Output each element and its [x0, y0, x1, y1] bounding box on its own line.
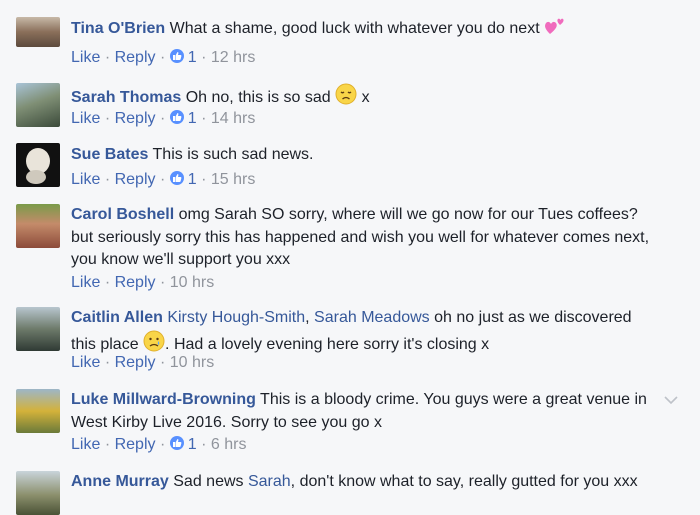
disappointed-face-emoji-icon — [335, 83, 357, 113]
mention[interactable]: Kirsty Hough-Smith — [167, 309, 305, 326]
avatar[interactable] — [16, 307, 60, 351]
reply-link[interactable]: Reply — [115, 436, 156, 453]
comment-body: Anne Murray Sad news Sarah, don't know w… — [71, 471, 660, 494]
thumbs-up-icon[interactable] — [169, 171, 184, 185]
comment-body: Carol Boshell omg Sarah SO sorry, where … — [71, 204, 660, 272]
separator: · — [159, 354, 166, 371]
comment-text-after: x — [361, 89, 370, 106]
two-hearts-emoji-icon — [544, 16, 566, 44]
timestamp[interactable]: 6 hrs — [211, 436, 247, 453]
comment-meta: Like · Reply · 1 · 15 hrs — [71, 171, 255, 189]
comment-text-after: . Had a lovely evening here sorry it's c… — [165, 335, 490, 353]
comment-body: Caitlin Allen Kirsty Hough-Smith, Sarah … — [71, 307, 660, 359]
reply-link[interactable]: Reply — [115, 110, 156, 127]
separator: · — [104, 274, 111, 291]
comment-body: Luke Millward-Browning This is a bloody … — [71, 389, 660, 434]
separator: · — [104, 436, 111, 453]
comment-text: This is such sad news. — [152, 146, 314, 163]
separator: · — [104, 49, 111, 66]
comment-meta: Like · Reply · 1 · 14 hrs — [71, 110, 255, 128]
like-link[interactable]: Like — [71, 171, 100, 188]
like-count[interactable]: 1 — [188, 171, 197, 188]
avatar[interactable] — [16, 204, 60, 248]
timestamp[interactable]: 10 hrs — [170, 274, 214, 291]
comment-meta: Like · Reply · 10 hrs — [71, 274, 214, 292]
like-link[interactable]: Like — [71, 49, 100, 66]
separator: · — [159, 110, 166, 127]
comment-author[interactable]: Sarah Thomas — [71, 89, 181, 106]
comment-meta: Like · Reply · 1 · 6 hrs — [71, 436, 246, 454]
separator: · — [104, 171, 111, 188]
thumbs-up-icon[interactable] — [169, 49, 184, 63]
mention[interactable]: Sarah Meadows — [314, 309, 430, 326]
comment-author[interactable]: Luke Millward-Browning — [71, 391, 256, 408]
thumbs-up-icon[interactable] — [169, 110, 184, 124]
like-count[interactable]: 1 — [188, 436, 197, 453]
comment-meta: Like · Reply · 1 · 12 hrs — [71, 49, 255, 67]
timestamp[interactable]: 14 hrs — [211, 110, 255, 127]
reply-link[interactable]: Reply — [115, 49, 156, 66]
like-count[interactable]: 1 — [188, 49, 197, 66]
comment-author[interactable]: Carol Boshell — [71, 206, 174, 223]
comma: , — [305, 309, 310, 326]
separator: · — [201, 436, 207, 453]
timestamp[interactable]: 12 hrs — [211, 49, 255, 66]
comment-body: Tina O'Brien What a shame, good luck wit… — [71, 16, 660, 44]
mention[interactable]: Sarah — [248, 473, 291, 490]
like-link[interactable]: Like — [71, 436, 100, 453]
separator: · — [159, 171, 166, 188]
separator: · — [201, 110, 207, 127]
like-link[interactable]: Like — [71, 274, 100, 291]
separator: · — [201, 171, 207, 188]
separator: · — [104, 110, 111, 127]
comment-body: Sarah Thomas Oh no, this is so sad x — [71, 83, 660, 113]
reply-link[interactable]: Reply — [115, 274, 156, 291]
like-link[interactable]: Like — [71, 354, 100, 371]
comment-author[interactable]: Caitlin Allen — [71, 309, 163, 326]
comment-author[interactable]: Tina O'Brien — [71, 20, 165, 37]
separator: · — [104, 354, 111, 371]
comment-text: Oh no, this is so sad — [185, 89, 331, 106]
separator: · — [159, 274, 166, 291]
chevron-down-icon[interactable] — [664, 392, 678, 410]
comment-body: Sue Bates This is such sad news. — [71, 144, 660, 167]
separator: · — [159, 49, 166, 66]
thumbs-up-icon[interactable] — [169, 436, 184, 450]
comment-meta: Like · Reply · 10 hrs — [71, 354, 214, 372]
like-count[interactable]: 1 — [188, 110, 197, 127]
comment-author[interactable]: Anne Murray — [71, 473, 169, 490]
reply-link[interactable]: Reply — [115, 171, 156, 188]
comment-author[interactable]: Sue Bates — [71, 146, 148, 163]
timestamp[interactable]: 10 hrs — [170, 354, 214, 371]
timestamp[interactable]: 15 hrs — [211, 171, 255, 188]
comment-text: What a shame, good luck with whatever yo… — [169, 20, 540, 37]
comment-text: Sad news — [173, 473, 244, 490]
comment-text-after: , don't know what to say, really gutted … — [290, 473, 638, 490]
separator: · — [201, 49, 207, 66]
avatar[interactable] — [16, 17, 60, 47]
avatar[interactable] — [16, 471, 60, 515]
avatar[interactable] — [16, 143, 60, 187]
avatar[interactable] — [16, 83, 60, 127]
avatar[interactable] — [16, 389, 60, 433]
reply-link[interactable]: Reply — [115, 354, 156, 371]
like-link[interactable]: Like — [71, 110, 100, 127]
comment-list: Tina O'Brien What a shame, good luck wit… — [0, 0, 700, 515]
separator: · — [159, 436, 166, 453]
